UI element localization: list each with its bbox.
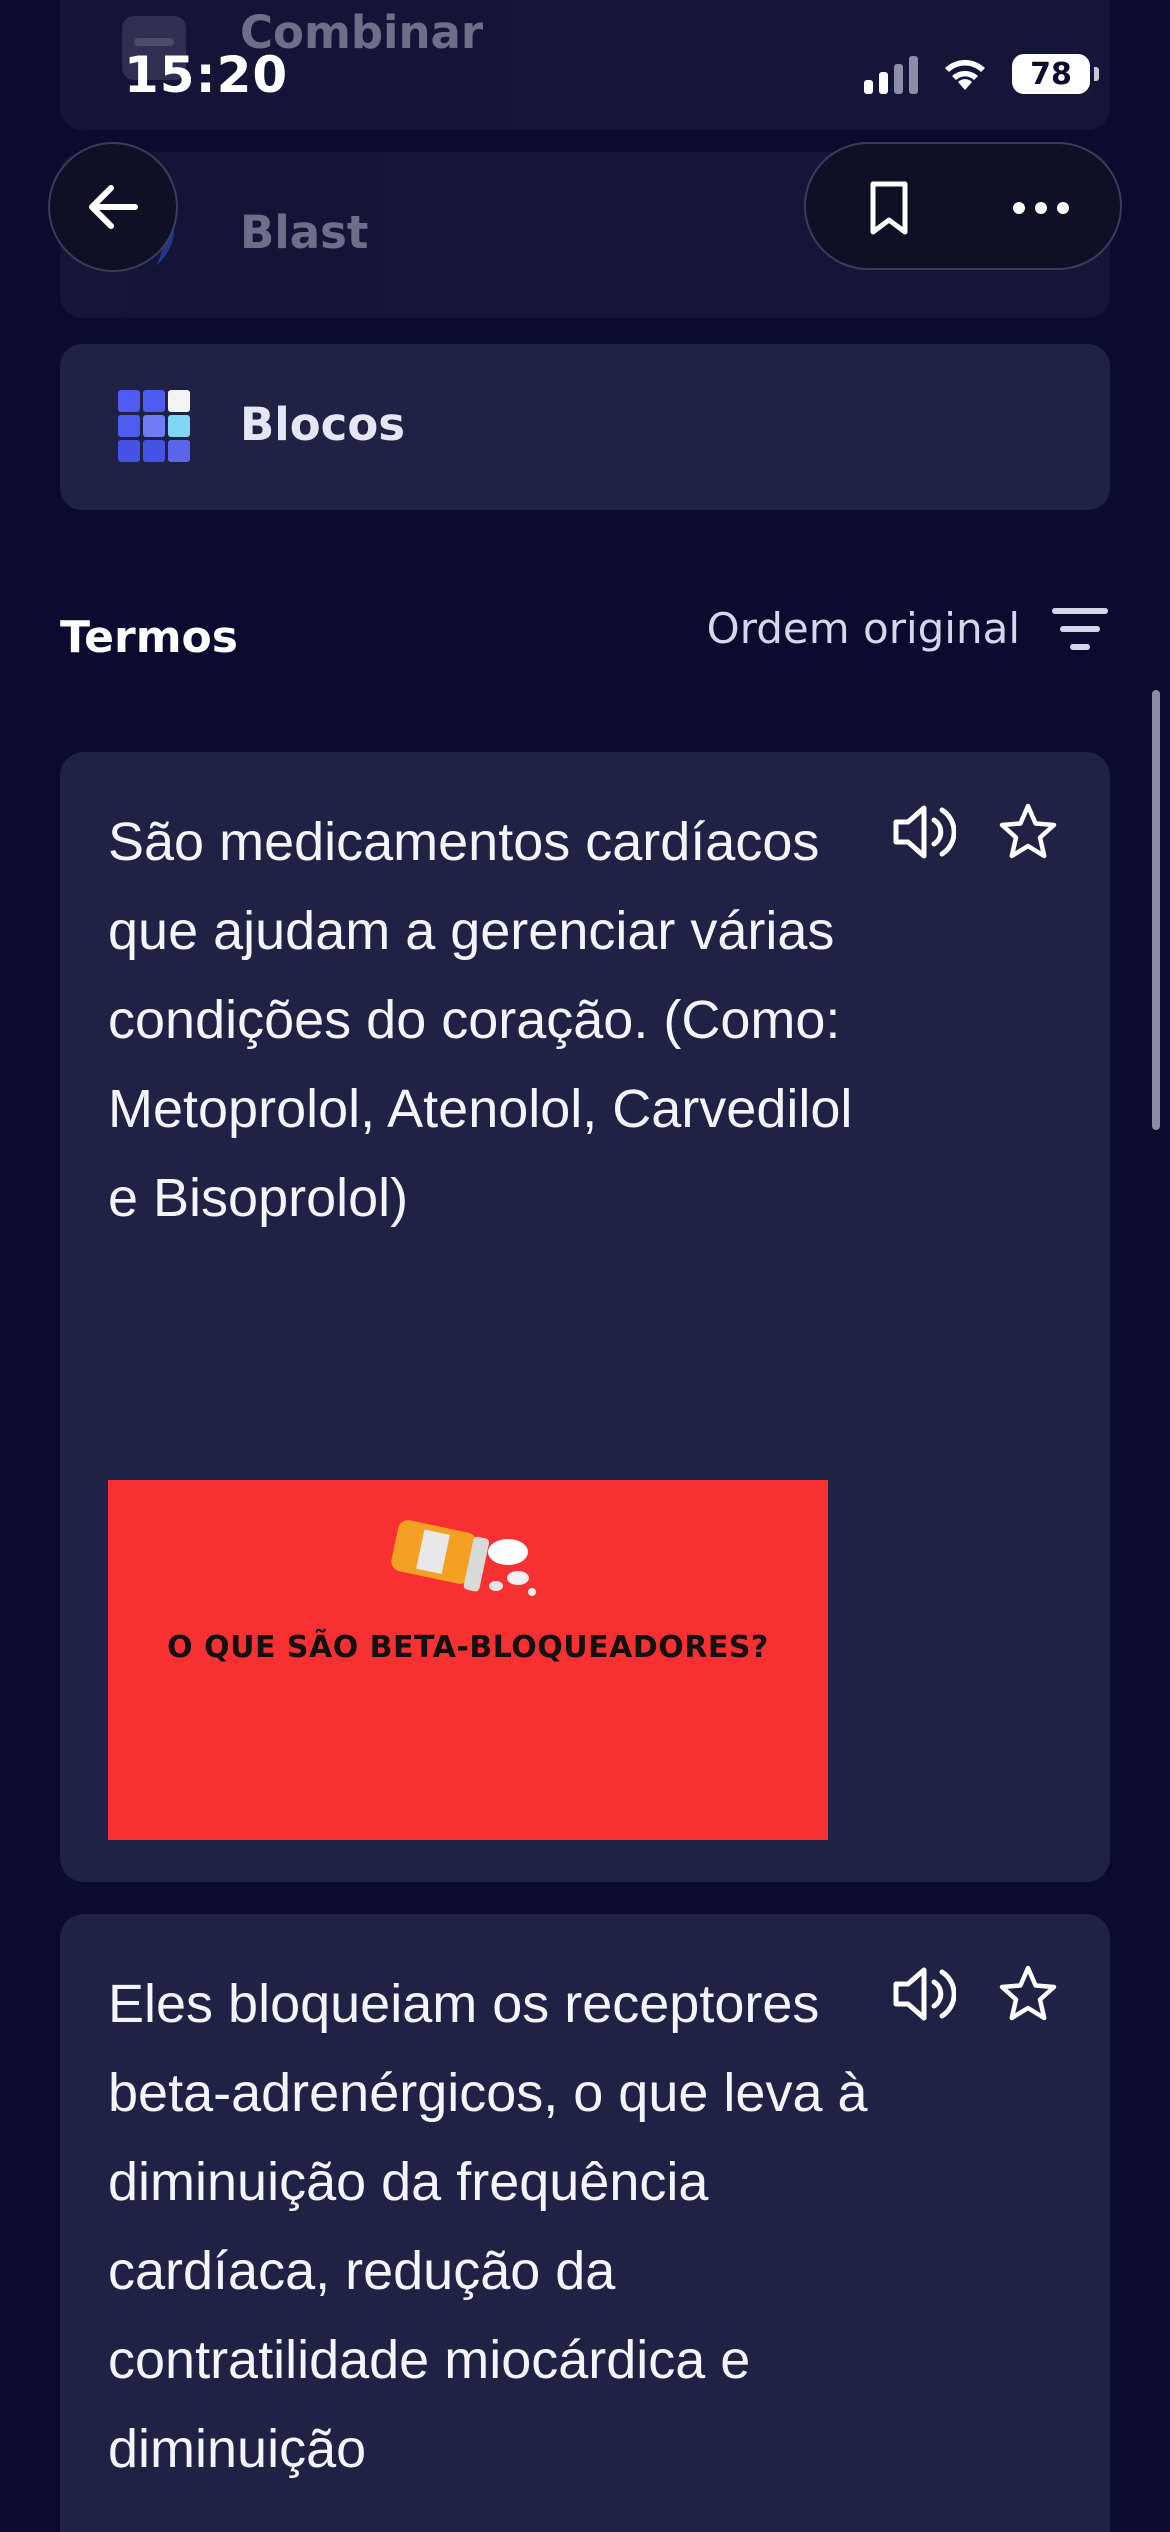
flashcard-set-page: Combinar Blast Blocos 15:20 78 Termos Or… bbox=[0, 0, 1170, 2532]
status-icons: 78 bbox=[864, 52, 1099, 96]
star-icon bbox=[999, 1965, 1057, 2021]
term-definition: São medicamentos cardíacos que ajudam a … bbox=[108, 812, 853, 1228]
status-time: 15:20 bbox=[124, 46, 289, 104]
header-actions bbox=[804, 142, 1122, 270]
term-card: São medicamentos cardíacos que ajudam a … bbox=[60, 752, 1110, 1882]
wifi-icon bbox=[940, 52, 990, 96]
star-button[interactable] bbox=[996, 1962, 1060, 2026]
speaker-icon bbox=[893, 1967, 956, 2021]
term-card-actions bbox=[892, 800, 1060, 864]
back-button[interactable] bbox=[48, 142, 178, 272]
sort-dropdown[interactable]: Ordem original bbox=[707, 604, 1110, 653]
star-icon bbox=[999, 803, 1057, 859]
arrow-left-icon bbox=[89, 185, 138, 229]
terms-section-title: Termos bbox=[60, 612, 238, 663]
battery-icon: 78 bbox=[1012, 54, 1099, 94]
mode-label-blast: Blast bbox=[240, 206, 369, 259]
scrollbar[interactable] bbox=[1152, 690, 1160, 1130]
image-caption: O QUE SÃO BETA-BLOQUEADORES? bbox=[167, 1630, 769, 1665]
cellular-signal-icon bbox=[864, 54, 918, 94]
audio-button[interactable] bbox=[892, 1962, 956, 2026]
pill-bottle-icon bbox=[391, 1520, 536, 1596]
star-button[interactable] bbox=[996, 800, 1060, 864]
term-card-actions bbox=[892, 1962, 1060, 2026]
mode-blocos[interactable]: Blocos bbox=[60, 344, 1110, 510]
term-image[interactable]: O QUE SÃO BETA-BLOQUEADORES? bbox=[108, 1480, 828, 1840]
sort-icon bbox=[1052, 607, 1108, 650]
more-options-button[interactable] bbox=[966, 144, 1116, 272]
blocks-icon bbox=[116, 388, 192, 464]
mode-label-blocos: Blocos bbox=[240, 398, 406, 451]
bookmark-icon bbox=[870, 181, 908, 235]
bookmark-button[interactable] bbox=[814, 144, 964, 272]
audio-button[interactable] bbox=[892, 800, 956, 864]
term-card: Eles bloqueiam os receptores beta-adrené… bbox=[60, 1914, 1110, 2532]
sort-label: Ordem original bbox=[706, 604, 1020, 653]
more-horizontal-icon bbox=[1013, 202, 1069, 214]
term-definition: Eles bloqueiam os receptores beta-adrené… bbox=[108, 1974, 868, 2479]
speaker-icon bbox=[893, 805, 956, 859]
